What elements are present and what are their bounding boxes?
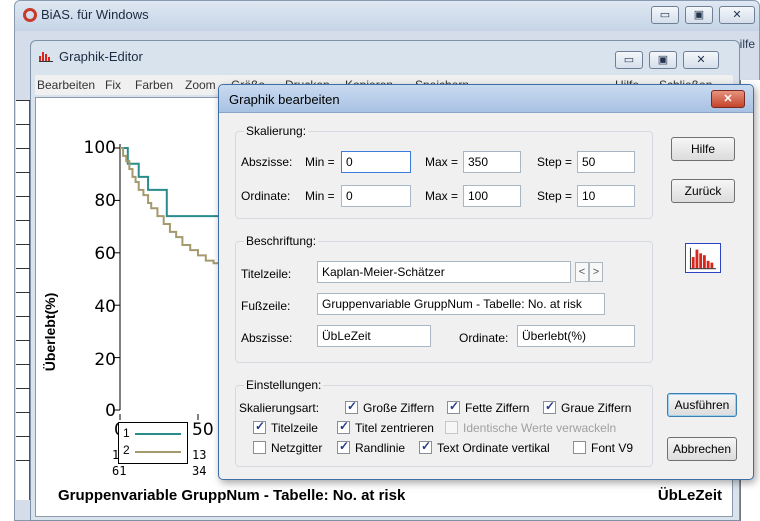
einstellungen-label: Einstellungen: [244, 378, 324, 392]
ord-step-label: Step = [537, 189, 573, 203]
bias-logo-icon [23, 8, 37, 22]
netzgitter-checkbox[interactable] [253, 441, 266, 454]
titel-next-button[interactable]: > [589, 262, 603, 282]
font-v9-label: Font V9 [591, 441, 634, 455]
chart-legend: 1 2 [118, 422, 188, 464]
identische-werte-label: Identische Werte verwackeln [463, 421, 617, 435]
y-tick-label: 80 [94, 191, 116, 211]
titel-prev-button[interactable]: < [575, 262, 589, 282]
ord-min-input[interactable]: 0 [341, 185, 411, 207]
ge-maximize-button[interactable]: ▣ [649, 51, 677, 69]
y-tick-label: 20 [94, 350, 116, 370]
y-tick-label: 100 [83, 138, 116, 158]
dialog-close-button[interactable]: ✕ [711, 90, 745, 108]
abs-step-label: Step = [537, 155, 573, 169]
titel-zentrieren-checkbox[interactable] [337, 419, 350, 434]
fusszeile-label: Fußzeile: [241, 299, 291, 313]
skalierung-label: Skalierung: [244, 124, 309, 138]
abs-min-label: Min = [305, 155, 335, 169]
fusszeile-input[interactable]: Gruppenvariable GruppNum - Tabelle: No. … [317, 293, 605, 315]
font-v9-checkbox[interactable] [573, 441, 586, 454]
graphik-editor-titlebar: Graphik-Editor ▭ ▣ ✕ [31, 41, 739, 71]
legend-line-1 [135, 433, 181, 435]
randlinie-label: Randlinie [355, 441, 406, 455]
y-axis-title-box: Überlebt(%) [38, 258, 58, 408]
zurueck-button[interactable]: Zurück [671, 179, 735, 203]
legend-line-2 [135, 451, 181, 453]
menu-fix[interactable]: Fix [105, 78, 121, 92]
chart-footer-xlabel: ÜbLeZeit [657, 487, 722, 504]
left-ruler-strip [16, 100, 30, 500]
grosse-ziffern-checkbox[interactable] [345, 399, 358, 414]
abbrechen-button[interactable]: Abbrechen [667, 437, 737, 461]
y-axis-title: Überlebt(%) [42, 292, 58, 372]
ord-max-label: Max = [425, 189, 459, 203]
abszisse-label: Abszisse: [241, 155, 293, 169]
abs-min-input[interactable]: 0 [341, 151, 411, 173]
ord-min-label: Min = [305, 189, 335, 203]
risk-count-g2: 34 [192, 464, 207, 478]
menu-zoom[interactable]: Zoom [185, 78, 216, 92]
bias-window-title: BiAS. für Windows [41, 7, 149, 22]
bias-minimize-button[interactable]: ▭ [651, 6, 679, 24]
dialog-title: Graphik bearbeiten [229, 92, 340, 107]
beschr-abszisse-input[interactable]: ÜbLeZeit [317, 325, 431, 347]
grosse-ziffern-label: Große Ziffern [363, 401, 435, 415]
fette-ziffern-label: Fette Ziffern [465, 401, 530, 415]
beschriftung-label: Beschriftung: [244, 234, 319, 248]
titel-zentrieren-label: Titel zentrieren [355, 421, 434, 435]
text-ordinate-label: Text Ordinate vertikal [437, 441, 550, 455]
y-tick-label: 0 [105, 401, 116, 421]
abs-max-input[interactable]: 350 [463, 151, 521, 173]
bias-menu-hilfe[interactable]: ilfe [740, 37, 755, 51]
abs-max-label: Max = [425, 155, 459, 169]
graue-ziffern-label: Graue Ziffern [561, 401, 632, 415]
text-ordinate-checkbox[interactable] [419, 439, 432, 454]
randlinie-checkbox[interactable] [337, 439, 350, 454]
y-tick-label: 60 [94, 244, 116, 264]
identische-werte-checkbox[interactable] [445, 421, 458, 434]
risk-count-g1: 13 [192, 448, 207, 462]
ord-step-input[interactable]: 10 [577, 185, 635, 207]
bar-chart-icon [39, 52, 53, 62]
beschr-ordinate-input[interactable]: Überlebt(%) [517, 325, 635, 347]
menu-bearbeiten[interactable]: Bearbeiten [37, 78, 95, 92]
legend-label-1: 1 [123, 426, 130, 440]
ord-max-input[interactable]: 100 [463, 185, 521, 207]
titelzeile-label: Titelzeile: [241, 267, 292, 281]
titelzeile-cb-label: Titelzeile [271, 421, 318, 435]
skalierungsart-label: Skalierungsart: [239, 401, 320, 415]
ordinate-label: Ordinate: [241, 189, 291, 203]
dialog-titlebar: Graphik bearbeiten ✕ [219, 85, 753, 113]
graphik-bearbeiten-dialog: Graphik bearbeiten ✕ Skalierung: Absziss… [218, 84, 754, 480]
graphik-editor-title: Graphik-Editor [59, 49, 143, 64]
bias-maximize-button[interactable]: ▣ [685, 6, 713, 24]
beschr-abszisse-label: Abszisse: [241, 331, 293, 345]
x-tick-label: 50 [192, 420, 214, 440]
ge-close-button[interactable]: ✕ [683, 51, 719, 69]
titelzeile-checkbox[interactable] [253, 419, 266, 434]
netzgitter-label: Netzgitter [271, 441, 323, 455]
hilfe-button[interactable]: Hilfe [671, 137, 735, 161]
abs-step-input[interactable]: 50 [577, 151, 635, 173]
bias-titlebar: BiAS. für Windows ▭ ▣ ✕ [15, 1, 759, 31]
ausfuehren-button[interactable]: Ausführen [667, 393, 737, 417]
y-tick-label: 40 [94, 297, 116, 317]
ge-minimize-button[interactable]: ▭ [615, 51, 643, 69]
chart-preview-icon[interactable] [685, 243, 721, 273]
graue-ziffern-checkbox[interactable] [543, 399, 556, 414]
chart-footer: Gruppenvariable GruppNum - Tabelle: No. … [58, 487, 406, 504]
risk-count-g2: 61 [112, 464, 127, 478]
bias-close-button[interactable]: ✕ [719, 6, 755, 24]
legend-label-2: 2 [123, 443, 130, 457]
titelzeile-input[interactable]: Kaplan-Meier-Schätzer [317, 261, 571, 283]
beschr-ordinate-label: Ordinate: [459, 331, 509, 345]
titel-spinner: < > [575, 262, 605, 282]
menu-farben[interactable]: Farben [135, 78, 173, 92]
fette-ziffern-checkbox[interactable] [447, 399, 460, 414]
